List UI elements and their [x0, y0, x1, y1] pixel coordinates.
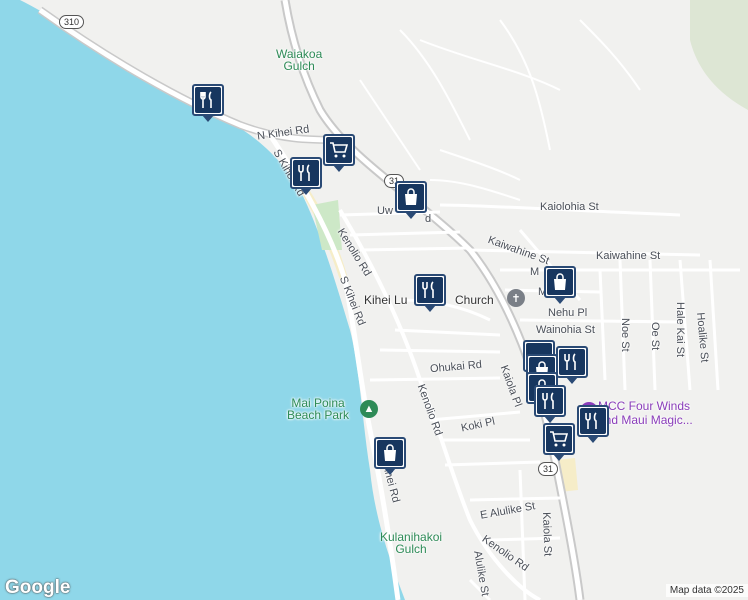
oe-st-label: Oe St: [649, 322, 661, 351]
uwa-st-label: Uw: [377, 205, 393, 217]
fork-knife-icon: [195, 87, 221, 113]
fork-knife-icon: [293, 160, 319, 186]
church-label: Kihei Lu: [364, 293, 408, 307]
cart-icon: [546, 426, 572, 452]
google-logo: Google: [5, 577, 71, 598]
shopping-bag-icon: [377, 440, 403, 466]
uwa-st-label-tail: d: [425, 213, 432, 225]
restaurant-pin[interactable]: [290, 157, 322, 195]
hillside: [690, 0, 748, 110]
mcc-four-winds-label: MCC Four Winds and Maui Magic...: [598, 399, 693, 427]
kaiwahine-st-label-2: Kaiwahine St: [596, 250, 661, 262]
fork-knife-icon: [537, 388, 563, 414]
map-attribution[interactable]: Map data ©2025: [665, 584, 748, 597]
waiakoa-gulch-label: Waiakoa Gulch: [276, 47, 323, 73]
restaurant-pin[interactable]: [192, 84, 224, 122]
upland-roads: [359, 19, 641, 201]
route-310-shield: 310: [59, 15, 85, 29]
wainohia-st-label: Wainohia St: [536, 324, 595, 336]
restaurant-pin[interactable]: [556, 346, 588, 384]
hale-kai-st-label: Hale Kai St: [674, 302, 686, 358]
mai-poina-beach-park-label: Mai Poina Beach Park: [287, 396, 350, 422]
noe-st-label: Noe St: [619, 318, 631, 352]
shopping-pin[interactable]: [544, 266, 576, 304]
fork-knife-icon: [580, 408, 606, 434]
shopping-bag-icon: [547, 269, 573, 295]
nehu-pl-label: Nehu Pl: [548, 307, 588, 319]
m-street-label: M: [530, 266, 540, 278]
park-icon[interactable]: ▲: [360, 400, 378, 418]
kulanihakoi-gulch-label: Kulanihakoi Gulch: [380, 530, 443, 556]
restaurant-pin[interactable]: [577, 405, 609, 443]
shopping-pin[interactable]: [395, 181, 427, 219]
route-31-shield-south: 31: [538, 462, 559, 476]
kaiola-st-label: Kaiola St: [540, 511, 554, 557]
fork-knife-icon: [559, 349, 585, 375]
shopping-bag-icon: [398, 184, 424, 210]
map-canvas[interactable]: 310 31 31 Waiakoa Gulch Kulanihakoi Gulc…: [0, 0, 748, 600]
grocery-pin[interactable]: [543, 423, 575, 461]
church-label-tail: Church: [455, 293, 494, 307]
restaurant-pin[interactable]: [414, 274, 446, 312]
fork-knife-icon: [417, 277, 443, 303]
kaiolohia-st-label: Kaiolohia St: [540, 201, 599, 213]
church-icon[interactable]: ✝: [507, 289, 525, 307]
cart-icon: [326, 137, 352, 163]
grocery-pin[interactable]: [323, 134, 355, 172]
shopping-pin[interactable]: [374, 437, 406, 475]
restaurant-pin[interactable]: [534, 385, 566, 423]
